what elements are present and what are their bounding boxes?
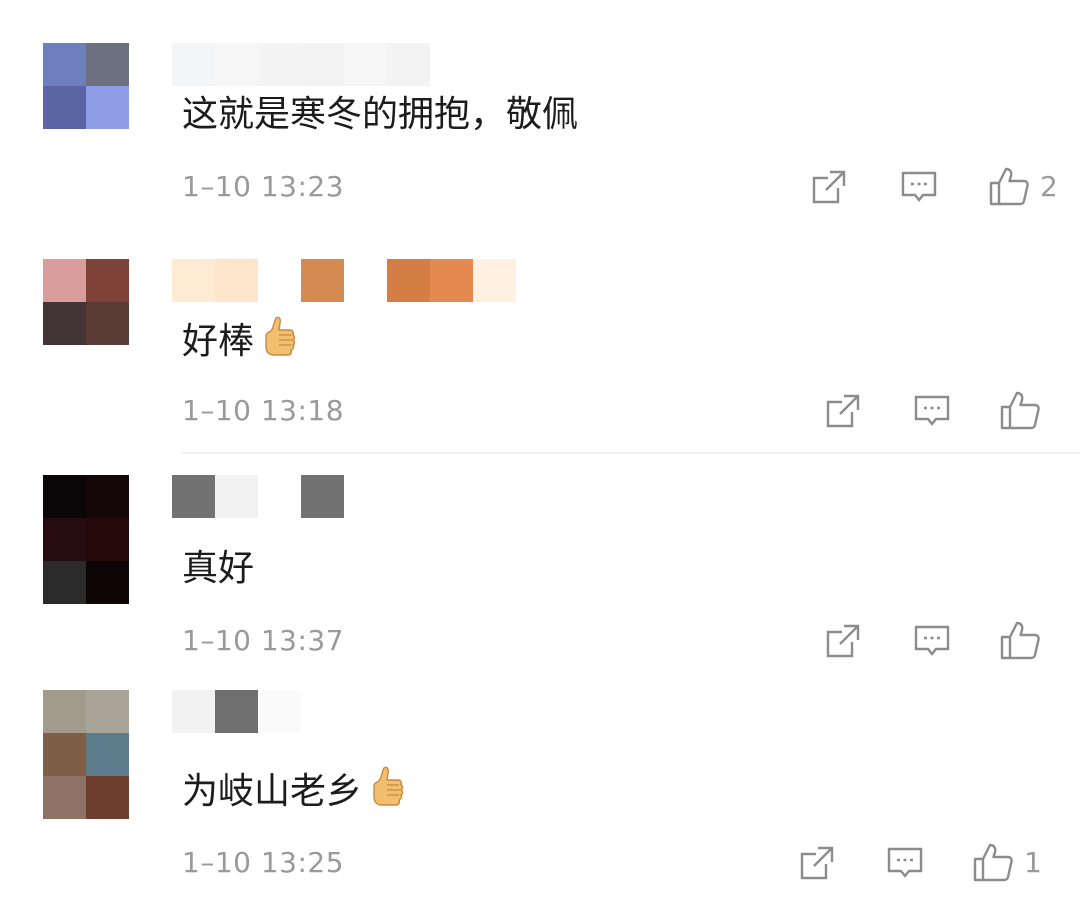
like-button[interactable]: 1	[972, 842, 1042, 882]
comment-text-content: 好棒	[182, 321, 255, 362]
comment-time: 1–10 13:37	[182, 624, 345, 657]
avatar[interactable]	[43, 43, 129, 129]
username-pixel	[301, 43, 344, 86]
username-pixel	[344, 259, 387, 302]
comment-text-content: 为岐山老乡	[182, 771, 363, 812]
avatar-pixel	[43, 302, 86, 345]
avatar-pixel	[86, 733, 129, 776]
avatar-pixel	[86, 518, 129, 561]
avatar[interactable]	[43, 475, 129, 604]
like-button[interactable]: 2	[988, 166, 1058, 206]
reply-button[interactable]	[913, 622, 951, 660]
share-button[interactable]	[824, 392, 862, 430]
comment-icon	[914, 625, 950, 656]
username-pixel	[215, 259, 258, 302]
avatar[interactable]	[43, 690, 129, 819]
comment-time: 1–10 13:18	[182, 394, 345, 427]
avatar-pixel	[86, 776, 129, 819]
username-pixel	[215, 43, 258, 86]
like-count: 1	[1024, 845, 1042, 879]
share-button[interactable]	[810, 168, 848, 206]
comment-text: 好棒	[182, 310, 300, 366]
divider	[182, 452, 1080, 454]
thumbs-up-icon	[989, 167, 1029, 206]
thumbs-up-emoji-icon	[265, 316, 296, 356]
avatar-pixel	[43, 43, 86, 86]
comment-text-content: 真好	[182, 548, 255, 589]
avatar-pixel	[43, 518, 86, 561]
username-pixel	[258, 259, 301, 302]
username-pixel	[215, 475, 258, 518]
share-button[interactable]	[824, 622, 862, 660]
share-icon	[826, 624, 860, 658]
username-pixel	[301, 475, 344, 518]
username-pixel	[172, 43, 215, 86]
username-pixel	[215, 690, 258, 733]
avatar-pixel	[86, 475, 129, 518]
username-pixel	[387, 259, 430, 302]
username-pixel	[387, 43, 430, 86]
comment-text-content: 这就是寒冬的拥抱，敬佩	[182, 94, 579, 135]
username[interactable]	[172, 259, 516, 302]
reply-button[interactable]	[913, 392, 951, 430]
username-pixel	[258, 475, 301, 518]
username-pixel	[473, 259, 516, 302]
share-icon	[800, 846, 834, 880]
username-pixel	[172, 475, 215, 518]
reply-button[interactable]	[900, 168, 938, 206]
thumbs-up-icon	[973, 843, 1013, 882]
share-button[interactable]	[798, 844, 836, 882]
comment-text: 为岐山老乡	[182, 760, 408, 816]
thumbs-up-icon	[1000, 391, 1040, 430]
comment-text: 这就是寒冬的拥抱，敬佩	[182, 86, 578, 136]
comment-icon	[901, 171, 937, 202]
avatar-pixel	[43, 690, 86, 733]
avatar-pixel	[43, 86, 86, 129]
avatar-pixel	[86, 259, 129, 302]
avatar[interactable]	[43, 259, 129, 345]
avatar-pixel	[43, 475, 86, 518]
username-pixel	[172, 259, 215, 302]
like-count: 2	[1040, 169, 1058, 203]
avatar-pixel	[86, 302, 129, 345]
comment-icon	[914, 395, 950, 426]
share-icon	[812, 170, 846, 204]
avatar-pixel	[43, 776, 86, 819]
reply-button[interactable]	[886, 844, 924, 882]
avatar-pixel	[43, 733, 86, 776]
comment-text: 真好	[182, 540, 254, 590]
avatar-pixel	[86, 561, 129, 604]
share-icon	[826, 394, 860, 428]
avatar-pixel	[86, 43, 129, 86]
username-pixel	[258, 43, 301, 86]
username-pixel	[258, 690, 301, 733]
avatar-pixel	[86, 690, 129, 733]
username[interactable]	[172, 43, 430, 86]
thumbs-up-icon	[1000, 621, 1040, 660]
comment-time: 1–10 13:23	[182, 170, 345, 203]
username[interactable]	[172, 690, 301, 733]
like-button[interactable]	[999, 620, 1051, 660]
username[interactable]	[172, 475, 344, 518]
username-pixel	[344, 43, 387, 86]
avatar-pixel	[86, 86, 129, 129]
like-button[interactable]	[999, 390, 1051, 430]
thumbs-up-emoji-icon	[373, 766, 404, 806]
username-pixel	[301, 259, 344, 302]
comment-icon	[887, 847, 923, 878]
comment-time: 1–10 13:25	[182, 846, 345, 879]
avatar-pixel	[43, 259, 86, 302]
username-pixel	[430, 259, 473, 302]
username-pixel	[172, 690, 215, 733]
avatar-pixel	[43, 561, 86, 604]
